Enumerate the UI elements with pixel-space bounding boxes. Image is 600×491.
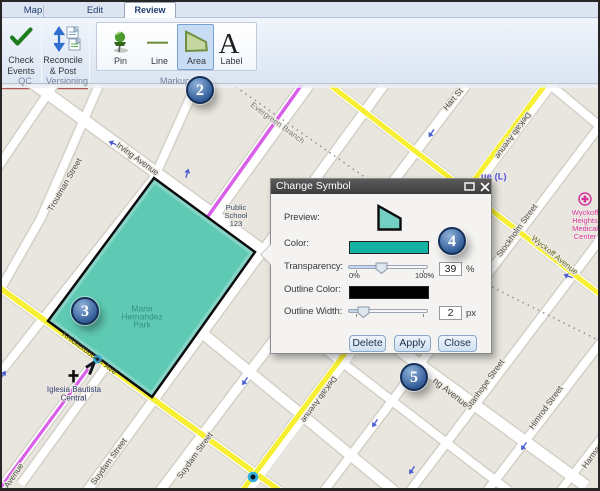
svg-text:Central: Central	[61, 394, 87, 403]
svg-text:Center: Center	[574, 232, 597, 241]
svg-text:Park: Park	[133, 320, 151, 330]
svg-text:123: 123	[230, 219, 243, 228]
